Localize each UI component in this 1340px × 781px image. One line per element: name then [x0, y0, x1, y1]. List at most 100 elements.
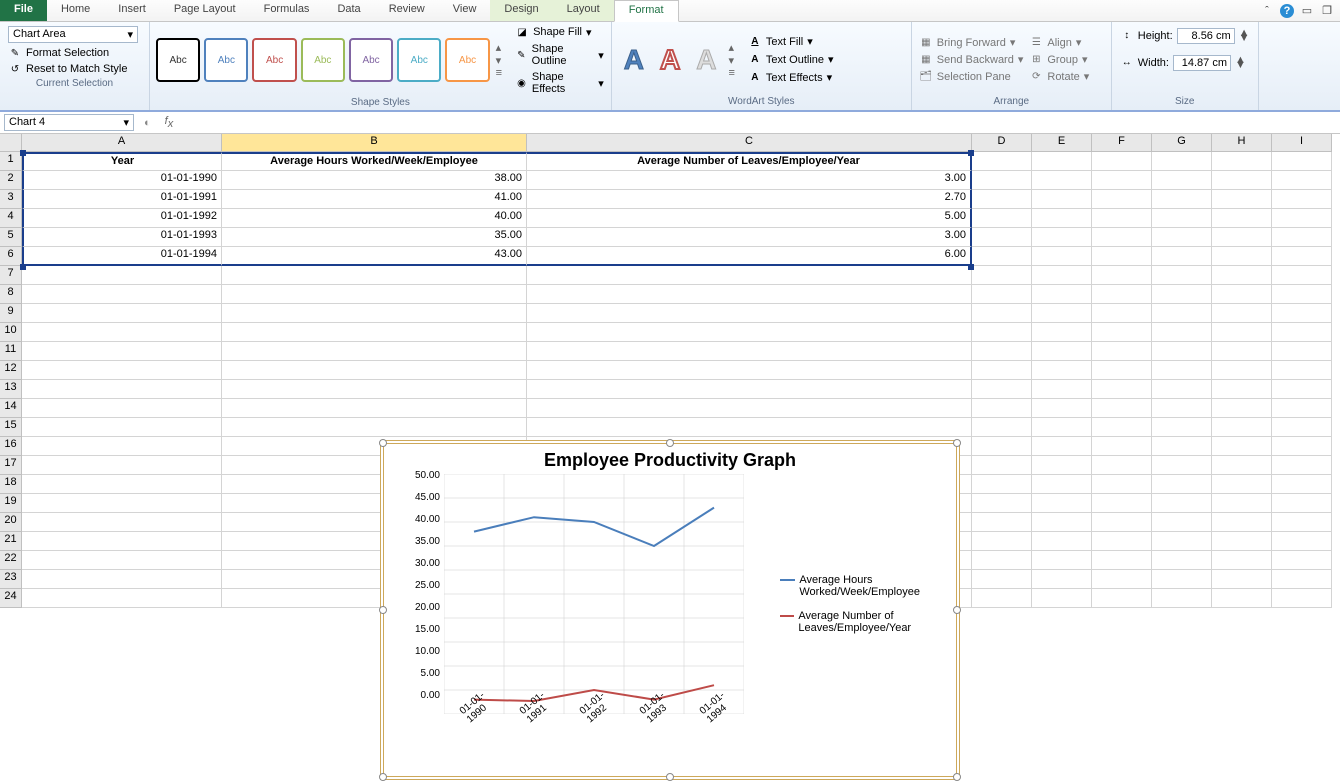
shape-style-5[interactable]: Abc	[349, 38, 393, 82]
cell-F16[interactable]	[1092, 437, 1152, 456]
cell-G6[interactable]	[1152, 247, 1212, 266]
cell-G23[interactable]	[1152, 570, 1212, 589]
col-header-E[interactable]: E	[1032, 134, 1092, 152]
cell-G12[interactable]	[1152, 361, 1212, 380]
cell-H24[interactable]	[1212, 589, 1272, 608]
cell-F1[interactable]	[1092, 152, 1152, 171]
cell-F18[interactable]	[1092, 475, 1152, 494]
tab-insert[interactable]: Insert	[104, 0, 160, 21]
shape-style-2[interactable]: Abc	[204, 38, 248, 82]
tab-formulas[interactable]: Formulas	[250, 0, 324, 21]
legend-entry-2[interactable]: Average Number of Leaves/Employee/Year	[780, 610, 950, 634]
chart-resize-handle[interactable]	[666, 773, 674, 781]
cell-F23[interactable]	[1092, 570, 1152, 589]
cell-C14[interactable]	[527, 399, 972, 418]
cell-B9[interactable]	[222, 304, 527, 323]
cell-B1[interactable]: Average Hours Worked/Week/Employee	[222, 152, 527, 171]
cell-F2[interactable]	[1092, 171, 1152, 190]
chart-resize-handle[interactable]	[953, 606, 961, 614]
cell-I4[interactable]	[1272, 209, 1332, 228]
cell-H12[interactable]	[1212, 361, 1272, 380]
select-all-button[interactable]	[0, 134, 22, 152]
cell-H20[interactable]	[1212, 513, 1272, 532]
row-header[interactable]: 24	[0, 589, 22, 608]
cell-H21[interactable]	[1212, 532, 1272, 551]
cell-G3[interactable]	[1152, 190, 1212, 209]
cell-H23[interactable]	[1212, 570, 1272, 589]
restore-icon[interactable]: ❐	[1320, 4, 1334, 18]
shape-style-7[interactable]: Abc	[445, 38, 489, 82]
cell-A21[interactable]	[22, 532, 222, 551]
cell-A10[interactable]	[22, 323, 222, 342]
tab-review[interactable]: Review	[375, 0, 439, 21]
cell-F24[interactable]	[1092, 589, 1152, 608]
cell-G14[interactable]	[1152, 399, 1212, 418]
shape-style-4[interactable]: Abc	[301, 38, 345, 82]
cell-H18[interactable]	[1212, 475, 1272, 494]
cell-B3[interactable]: 41.00	[222, 190, 527, 209]
range-handle[interactable]	[968, 264, 974, 270]
cell-G20[interactable]	[1152, 513, 1212, 532]
cell-G15[interactable]	[1152, 418, 1212, 437]
wordart-style-2[interactable]: A	[654, 42, 686, 78]
cell-B2[interactable]: 38.00	[222, 171, 527, 190]
wordart-style-3[interactable]: A	[690, 42, 722, 78]
row-header[interactable]: 5	[0, 228, 22, 247]
cell-G2[interactable]	[1152, 171, 1212, 190]
chart-title[interactable]: Employee Productivity Graph	[384, 444, 956, 477]
tab-data[interactable]: Data	[323, 0, 374, 21]
cell-D6[interactable]	[972, 247, 1032, 266]
cell-G1[interactable]	[1152, 152, 1212, 171]
cell-I8[interactable]	[1272, 285, 1332, 304]
cell-H22[interactable]	[1212, 551, 1272, 570]
reset-match-style-button[interactable]: ↺ Reset to Match Style	[6, 61, 143, 77]
cell-D10[interactable]	[972, 323, 1032, 342]
cell-E18[interactable]	[1032, 475, 1092, 494]
cell-D20[interactable]	[972, 513, 1032, 532]
row-header[interactable]: 22	[0, 551, 22, 570]
cell-B6[interactable]: 43.00	[222, 247, 527, 266]
cell-I14[interactable]	[1272, 399, 1332, 418]
bring-forward-button[interactable]: ▦Bring Forward▾	[918, 35, 1025, 51]
cell-I11[interactable]	[1272, 342, 1332, 361]
col-header-G[interactable]: G	[1152, 134, 1212, 152]
cell-C13[interactable]	[527, 380, 972, 399]
cell-B11[interactable]	[222, 342, 527, 361]
minimize-icon[interactable]: ▭	[1300, 4, 1314, 18]
row-header[interactable]: 9	[0, 304, 22, 323]
cell-D7[interactable]	[972, 266, 1032, 285]
cell-H17[interactable]	[1212, 456, 1272, 475]
tab-home[interactable]: Home	[47, 0, 104, 21]
text-outline-button[interactable]: AText Outline▾	[747, 52, 835, 68]
cell-G17[interactable]	[1152, 456, 1212, 475]
row-header[interactable]: 14	[0, 399, 22, 418]
cell-C3[interactable]: 2.70	[527, 190, 972, 209]
cell-D3[interactable]	[972, 190, 1032, 209]
cell-D2[interactable]	[972, 171, 1032, 190]
chart-resize-handle[interactable]	[666, 439, 674, 447]
cell-E1[interactable]	[1032, 152, 1092, 171]
cell-C1[interactable]: Average Number of Leaves/Employee/Year	[527, 152, 972, 171]
row-header[interactable]: 1	[0, 152, 22, 171]
cell-A18[interactable]	[22, 475, 222, 494]
cell-C10[interactable]	[527, 323, 972, 342]
cell-E5[interactable]	[1032, 228, 1092, 247]
col-header-C[interactable]: C	[527, 134, 972, 152]
fx-icon[interactable]: fx	[157, 115, 182, 130]
cell-D1[interactable]	[972, 152, 1032, 171]
align-button[interactable]: ☰Align▾	[1028, 35, 1090, 51]
height-input[interactable]	[1177, 28, 1235, 44]
selection-pane-button[interactable]: 🗂Selection Pane	[918, 69, 1025, 85]
cell-F15[interactable]	[1092, 418, 1152, 437]
cell-A2[interactable]: 01-01-1990	[22, 171, 222, 190]
cell-D21[interactable]	[972, 532, 1032, 551]
cell-F22[interactable]	[1092, 551, 1152, 570]
cell-I15[interactable]	[1272, 418, 1332, 437]
wordart-style-more[interactable]: ▴▾≡	[727, 39, 737, 81]
cell-E6[interactable]	[1032, 247, 1092, 266]
cell-C7[interactable]	[527, 266, 972, 285]
cell-I9[interactable]	[1272, 304, 1332, 323]
cell-A1[interactable]: Year	[22, 152, 222, 171]
cell-H13[interactable]	[1212, 380, 1272, 399]
shape-fill-button[interactable]: ◪Shape Fill▾	[514, 24, 605, 40]
